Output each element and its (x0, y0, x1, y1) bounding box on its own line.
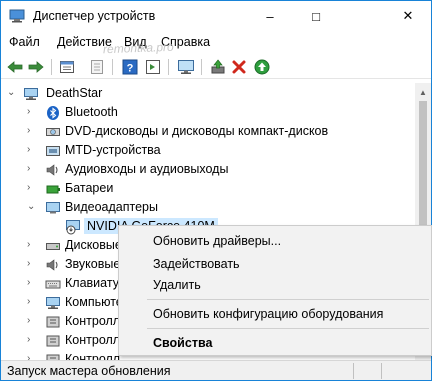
status-text: Запуск мастера обновления (7, 364, 171, 378)
tree-item-label: DVD-дисководы и дисководы компакт-дисков (65, 124, 329, 138)
update-driver-icon[interactable] (209, 58, 227, 76)
tree-item-label: Аудиовходы и аудиовыходы (65, 162, 229, 176)
display-adapter-icon (46, 202, 60, 214)
expand-arrow-icon[interactable]: › (27, 125, 30, 136)
tree-item-label: Звуковые (65, 257, 121, 271)
toolbar-separator (51, 59, 52, 75)
expand-arrow-icon[interactable]: › (27, 334, 30, 345)
tree-item-label: Контролл (65, 314, 121, 328)
properties-icon[interactable] (58, 58, 76, 76)
sound-icon (46, 259, 58, 271)
gpu-warning-icon (66, 220, 80, 235)
toolbar-separator (168, 59, 169, 75)
battery-icon (46, 185, 60, 194)
back-arrow-icon[interactable] (6, 58, 24, 76)
monitor-icon[interactable] (177, 58, 195, 76)
toolbar-separator (201, 59, 202, 75)
expand-arrow-icon[interactable]: › (27, 315, 30, 326)
expand-arrow-icon[interactable]: › (27, 277, 30, 288)
close-button[interactable]: ✕ (385, 1, 431, 31)
tree-item-label: MTD-устройства (65, 143, 161, 157)
enable-menu-item[interactable]: Задействовать (153, 257, 240, 271)
tree-item-label: Bluetooth (65, 105, 118, 119)
expand-arrow-icon[interactable]: › (27, 296, 30, 307)
toolbar-separator (112, 59, 113, 75)
enable-icon[interactable] (253, 58, 271, 76)
tree-item-label: Батареи (65, 181, 114, 195)
disabled-properties-icon[interactable] (88, 58, 106, 76)
expand-arrow-icon[interactable]: › (27, 144, 30, 155)
expand-arrow-icon[interactable]: › (27, 353, 30, 360)
menu-separator (147, 328, 429, 329)
expand-arrow-icon[interactable]: › (27, 239, 30, 250)
maximize-button[interactable]: □ (293, 1, 339, 31)
tree-item-label: Компьюте (65, 295, 123, 309)
tree-item-label: Контролл (65, 333, 121, 347)
menu-separator (147, 299, 429, 300)
toolbar: ? (1, 55, 431, 79)
controller-icon (46, 335, 60, 347)
controller-icon (46, 354, 60, 360)
help-icon[interactable]: ? (121, 58, 139, 76)
forward-arrow-icon[interactable] (27, 58, 45, 76)
tree-item-label: Контролл (65, 352, 121, 360)
keyboard-icon (45, 280, 61, 289)
tree-item-label: Клавиатур (65, 276, 126, 290)
window-title: Диспетчер устройств (33, 9, 156, 23)
bluetooth-icon (47, 106, 59, 120)
tree-item-label: Видеоадаптеры (65, 200, 158, 214)
computer-icon (46, 297, 60, 309)
tree-item-label: Дисковые (65, 238, 122, 252)
menu-bar: Файл Действие Вид Справка (1, 32, 431, 52)
expand-arrow-icon[interactable]: › (27, 106, 30, 117)
dvd-drive-icon (46, 128, 60, 136)
controller-icon (46, 316, 60, 328)
update-driver-menu-item[interactable]: Обновить драйверы... (153, 234, 281, 248)
audio-icon (46, 164, 58, 176)
watermark: remontka.pro (102, 39, 174, 57)
collapse-arrow-icon[interactable]: ⌄ (7, 87, 15, 98)
menu-file[interactable]: Файл (9, 35, 40, 49)
status-bar: Запуск мастера обновления (1, 360, 431, 380)
expand-arrow-icon[interactable]: › (27, 258, 30, 269)
status-separator (381, 363, 382, 379)
status-separator (353, 363, 354, 379)
scan-hardware-menu-item[interactable]: Обновить конфигурацию оборудования (153, 307, 383, 321)
disk-icon (46, 243, 60, 250)
collapse-arrow-icon[interactable]: ⌄ (27, 201, 35, 212)
device-manager-icon (9, 9, 25, 23)
view-icon[interactable] (144, 58, 162, 76)
scroll-up-icon[interactable]: ▲ (415, 84, 431, 100)
uninstall-menu-item[interactable]: Удалить (153, 278, 201, 292)
computer-icon (24, 88, 38, 100)
minimize-button[interactable]: – (247, 1, 293, 31)
tree-root-label: DeathStar (46, 86, 103, 100)
properties-menu-item[interactable]: Свойства (153, 336, 212, 350)
expand-arrow-icon[interactable]: › (27, 182, 30, 193)
context-menu: Обновить драйверы... Задействовать Удали… (118, 225, 432, 356)
mtd-device-icon (46, 146, 60, 156)
svg-text:?: ? (127, 63, 134, 75)
uninstall-icon[interactable] (230, 58, 248, 76)
title-bar[interactable]: Диспетчер устройств – □ ✕ (1, 1, 431, 31)
expand-arrow-icon[interactable]: › (27, 163, 30, 174)
